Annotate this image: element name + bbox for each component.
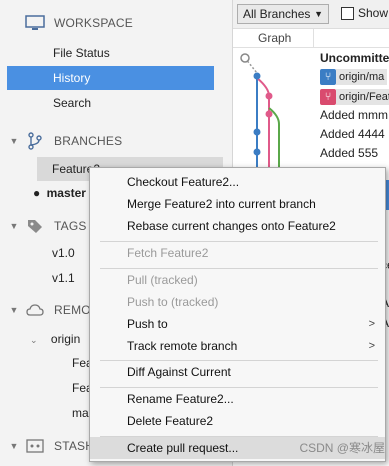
sidebar-item-file-status[interactable]: File Status: [7, 41, 214, 65]
workspace-section-header[interactable]: WORKSPACE: [0, 13, 232, 33]
chevron-right-icon: >: [368, 318, 375, 330]
sidebar-item-search[interactable]: Search: [7, 91, 214, 115]
menu-item-delete[interactable]: Delete Feature2: [90, 410, 385, 432]
show-checkbox[interactable]: [341, 7, 354, 20]
chevron-down-icon[interactable]: ▼: [6, 221, 22, 231]
graph-column-header[interactable]: Graph: [233, 29, 389, 48]
menu-item-diff[interactable]: Diff Against Current: [90, 361, 385, 383]
remote-origin-label: origin: [50, 332, 81, 346]
workspace-title: WORKSPACE: [54, 16, 133, 30]
uncommitted-node: [240, 53, 250, 63]
menu-item-push-to[interactable]: Push to >: [90, 313, 385, 335]
remote-branch-item[interactable]: ma: [72, 402, 89, 424]
stash-icon: [24, 437, 46, 455]
remote-origin[interactable]: ⌄ origin: [30, 328, 80, 350]
tag-icon: [24, 217, 46, 235]
tags-title: TAGS: [54, 219, 87, 233]
cloud-icon: [24, 301, 46, 319]
current-branch-dot-icon: ●: [33, 186, 41, 200]
history-toolbar: All Branches ▼ Show: [233, 0, 389, 29]
commit-row-branch-tag[interactable]: ⑂ origin/ma: [320, 69, 388, 85]
commit-graph: [240, 53, 280, 168]
chevron-right-icon: >: [368, 340, 375, 352]
chevron-down-icon: ▼: [314, 9, 323, 19]
branch-icon: ⑂: [320, 69, 336, 85]
chevron-down-icon[interactable]: ▼: [6, 441, 22, 451]
commit-row-branch-tag[interactable]: ⑂ origin/Feat: [320, 89, 389, 105]
branch-filter-value: All Branches: [243, 7, 311, 21]
menu-item-fetch[interactable]: Fetch Feature2: [90, 242, 385, 264]
menu-item-pull-tracked[interactable]: Pull (tracked): [90, 269, 385, 291]
graph-header-label: Graph: [258, 31, 292, 45]
branch-label: master: [46, 186, 86, 200]
watermark: CSDN @寒冰屋: [299, 441, 385, 455]
chevron-down-icon[interactable]: ▼: [6, 305, 22, 315]
monitor-icon: [24, 14, 46, 32]
branches-title: BRANCHES: [54, 134, 123, 148]
menu-item-merge[interactable]: Merge Feature2 into current branch: [90, 193, 385, 215]
sidebar-item-tag[interactable]: v1.0: [52, 242, 75, 264]
commit-row[interactable]: Added 555: [320, 146, 378, 160]
commit-row[interactable]: Added 4444: [320, 127, 385, 141]
menu-item-push-tracked[interactable]: Push to (tracked): [90, 291, 385, 313]
chevron-down-icon: ⌄: [30, 335, 38, 345]
branch-icon: ⑂: [320, 89, 336, 105]
menu-item-track-remote[interactable]: Track remote branch >: [90, 335, 385, 357]
show-label: Show: [358, 6, 389, 20]
branches-section-header[interactable]: ▼ BRANCHES: [0, 131, 232, 151]
menu-item-rename[interactable]: Rename Feature2...: [90, 388, 385, 410]
branch-filter-dropdown[interactable]: All Branches ▼: [237, 4, 329, 24]
sidebar-item-history[interactable]: History: [7, 66, 214, 90]
menu-item-rebase[interactable]: Rebase current changes onto Feature2: [90, 215, 385, 237]
column-divider[interactable]: [313, 29, 314, 47]
commit-row[interactable]: Added mmm: [320, 108, 388, 122]
menu-item-label: Track remote branch: [127, 339, 238, 353]
branch-icon: [24, 132, 46, 150]
sidebar-item-branch-master[interactable]: ● master: [33, 182, 86, 204]
commit-row-uncommitted[interactable]: Uncommitted: [320, 51, 389, 65]
menu-item-checkout[interactable]: Checkout Feature2...: [90, 171, 385, 193]
chevron-down-icon[interactable]: ▼: [6, 136, 22, 146]
menu-item-label: Push to: [127, 317, 168, 331]
sidebar-item-tag[interactable]: v1.1: [52, 267, 75, 289]
branch-context-menu: Checkout Feature2... Merge Feature2 into…: [89, 167, 386, 462]
